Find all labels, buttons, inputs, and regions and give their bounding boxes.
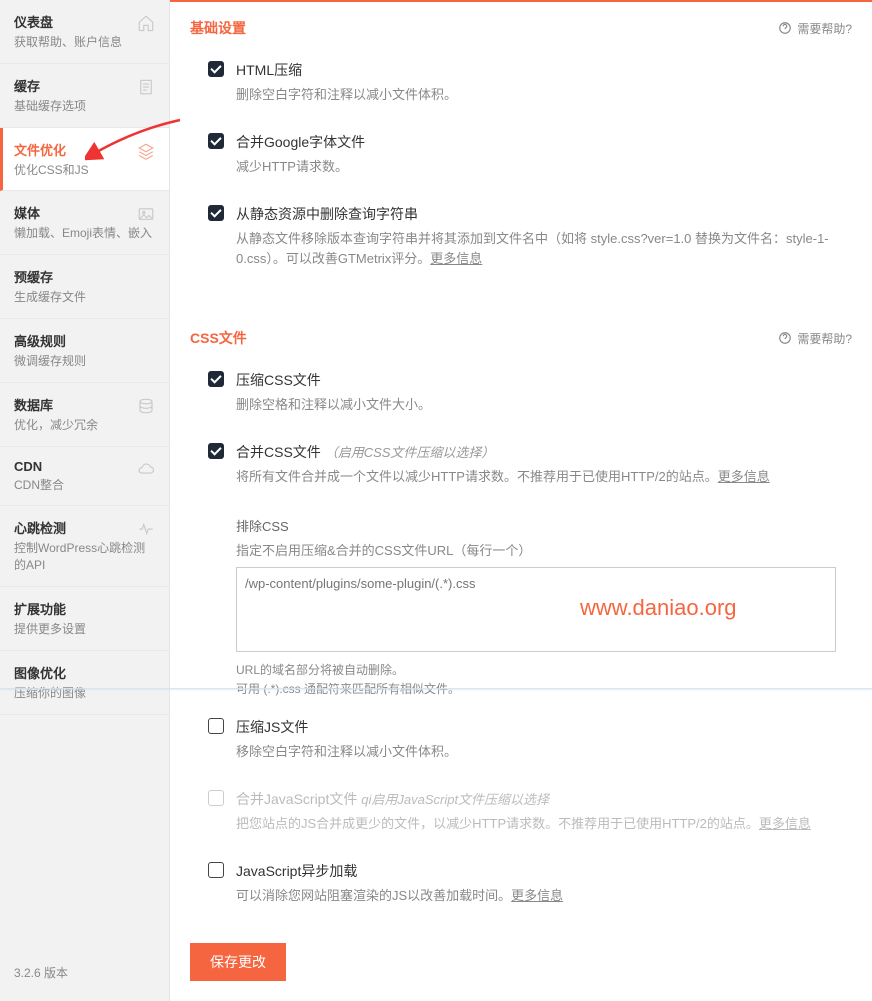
more-info-link[interactable]: 更多信息 [759, 816, 811, 831]
checkbox[interactable] [208, 718, 224, 734]
option-desc: 减少HTTP请求数。 [236, 157, 852, 178]
nav-file-optimization[interactable]: 文件优化 优化CSS和JS [0, 128, 169, 192]
nav-heartbeat[interactable]: 心跳检测 控制WordPress心跳检测的API [0, 506, 169, 587]
help-icon [778, 331, 792, 345]
home-icon [137, 14, 155, 35]
exclude-note: URL的域名部分将被自动删除。可用 (.*).css 通配符来匹配所有相似文件。 [236, 661, 852, 699]
nav-sub: 优化CSS和JS [14, 162, 155, 179]
main-content: 基础设置 需要帮助? HTML压缩 删除空白字符和注释以减小文件体积。 合并Go… [170, 0, 872, 1001]
layers-icon [137, 142, 155, 163]
checkbox[interactable] [208, 133, 224, 149]
exclude-css-textarea[interactable] [236, 567, 836, 652]
nav-sub: 基础缓存选项 [14, 98, 155, 115]
checkbox[interactable] [208, 443, 224, 459]
option-desc: 删除空格和注释以减小文件大小。 [236, 395, 852, 416]
nav-title: 缓存 [14, 76, 155, 95]
nav-addons[interactable]: 扩展功能 提供更多设置 [0, 587, 169, 651]
option-remove-query-strings: 从静态资源中删除查询字符串 从静态文件移除版本查询字符串并将其添加到文件名中（如… [190, 196, 852, 289]
database-icon [137, 397, 155, 418]
option-title: JavaScript异步加载 [236, 861, 852, 881]
option-desc: 从静态文件移除版本查询字符串并将其添加到文件名中（如将 style.css?ve… [236, 229, 852, 271]
nav-sub: 提供更多设置 [14, 621, 155, 638]
more-info-link[interactable]: 更多信息 [430, 251, 482, 266]
checkbox[interactable] [208, 862, 224, 878]
save-button[interactable]: 保存更改 [190, 943, 286, 981]
section-title: 基础设置 [190, 18, 246, 38]
checkbox[interactable] [208, 61, 224, 77]
option-title: 合并Google字体文件 [236, 132, 852, 152]
nav-media[interactable]: 媒体 懒加载、Emoji表情、嵌入 [0, 191, 169, 255]
option-desc: 删除空白字符和注释以减小文件体积。 [236, 85, 852, 106]
heartbeat-icon [137, 520, 155, 541]
nav-title: 数据库 [14, 395, 155, 414]
nav-title: 媒体 [14, 203, 155, 222]
nav-cache[interactable]: 缓存 基础缓存选项 [0, 64, 169, 128]
option-combine-js: 合并JavaScript文件 qi启用JavaScript文件压缩以选择 把您站… [190, 781, 852, 853]
option-combine-css: 合并CSS文件 （启用CSS文件压缩以选择） 将所有文件合并成一个文件以减少HT… [190, 434, 852, 506]
option-desc: 把您站点的JS合并成更少的文件，以减少HTTP请求数。不推荐用于已使用HTTP/… [236, 814, 852, 835]
version-label: 3.2.6 版本 [14, 964, 68, 981]
option-title: 压缩CSS文件 [236, 370, 852, 390]
nav-title: 扩展功能 [14, 599, 155, 618]
option-minify-js: 压缩JS文件 移除空白字符和注释以减小文件体积。 [190, 703, 852, 781]
option-title: 合并JavaScript文件 qi启用JavaScript文件压缩以选择 [236, 789, 852, 809]
option-title: 从静态资源中删除查询字符串 [236, 204, 852, 224]
option-minify-css: 压缩CSS文件 删除空格和注释以减小文件大小。 [190, 362, 852, 434]
nav-sub: CDN整合 [14, 477, 155, 494]
nav-sub: 优化，减少冗余 [14, 417, 155, 434]
nav-title: 预缓存 [14, 267, 155, 286]
divider-gradient [0, 688, 872, 691]
exclude-label: 排除CSS [236, 516, 852, 535]
nav-advanced-rules[interactable]: 高级规则 微调缓存规则 [0, 319, 169, 383]
option-title: 压缩JS文件 [236, 717, 852, 737]
nav-sub: 控制WordPress心跳检测的API [14, 540, 155, 574]
option-title: HTML压缩 [236, 60, 852, 80]
option-desc: 可以消除您网站阻塞渲染的JS以改善加载时间。更多信息 [236, 886, 852, 907]
option-desc: 将所有文件合并成一个文件以减少HTTP请求数。不推荐用于已使用HTTP/2的站点… [236, 467, 852, 488]
cloud-icon [137, 461, 155, 482]
section-header-css: CSS文件 需要帮助? [190, 328, 852, 348]
exclude-hint: 指定不启用压缩&合并的CSS文件URL（每行一个） [236, 540, 852, 559]
nav-sub: 懒加载、Emoji表情、嵌入 [14, 225, 155, 242]
option-desc: 移除空白字符和注释以减小文件体积。 [236, 742, 852, 763]
nav-database[interactable]: 数据库 优化，减少冗余 [0, 383, 169, 447]
document-icon [137, 78, 155, 99]
nav-title: CDN [14, 459, 155, 474]
nav-title: 高级规则 [14, 331, 155, 350]
option-combine-google-fonts: 合并Google字体文件 减少HTTP请求数。 [190, 124, 852, 196]
checkbox[interactable] [208, 205, 224, 221]
nav-title: 仪表盘 [14, 12, 155, 31]
more-info-link[interactable]: 更多信息 [511, 888, 563, 903]
section-title: CSS文件 [190, 328, 247, 348]
nav-sub: 获取帮助、账户信息 [14, 34, 155, 51]
option-html-minify: HTML压缩 删除空白字符和注释以减小文件体积。 [190, 52, 852, 124]
exclude-css-block: 排除CSS 指定不启用压缩&合并的CSS文件URL（每行一个） URL的域名部分… [236, 516, 852, 699]
checkbox[interactable] [208, 371, 224, 387]
nav-title: 图像优化 [14, 663, 155, 682]
nav-dashboard[interactable]: 仪表盘 获取帮助、账户信息 [0, 0, 169, 64]
nav-image-optimize[interactable]: 图像优化 压缩你的图像 [0, 651, 169, 715]
help-icon [778, 21, 792, 35]
section-header-basic: 基础设置 需要帮助? [190, 18, 852, 38]
option-async-js: JavaScript异步加载 可以消除您网站阻塞渲染的JS以改善加载时间。更多信… [190, 853, 852, 925]
image-icon [137, 205, 155, 226]
nav-cdn[interactable]: CDN CDN整合 [0, 447, 169, 507]
option-title: 合并CSS文件 （启用CSS文件压缩以选择） [236, 442, 852, 462]
nav-sub: 生成缓存文件 [14, 289, 155, 306]
nav-preload[interactable]: 预缓存 生成缓存文件 [0, 255, 169, 319]
checkbox[interactable] [208, 790, 224, 806]
help-link[interactable]: 需要帮助? [778, 20, 852, 37]
sidebar: 仪表盘 获取帮助、账户信息 缓存 基础缓存选项 文件优化 优化CSS和JS 媒体… [0, 0, 170, 1001]
nav-title: 心跳检测 [14, 518, 155, 537]
more-info-link[interactable]: 更多信息 [718, 469, 770, 484]
nav-title: 文件优化 [14, 140, 155, 159]
nav-sub: 微调缓存规则 [14, 353, 155, 370]
help-link[interactable]: 需要帮助? [778, 330, 852, 347]
